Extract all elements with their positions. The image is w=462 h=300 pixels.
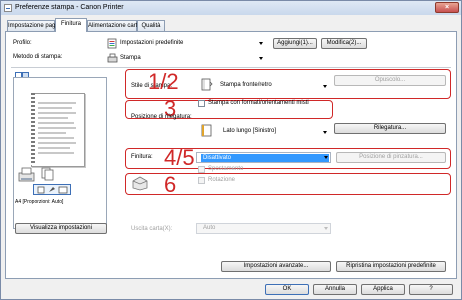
help-button[interactable]: ?: [409, 284, 453, 295]
print-style-select[interactable]: Stampa fronte/retro: [199, 78, 329, 91]
annotation-1-2: 1/2: [148, 69, 179, 94]
tab-impostazione-pagina[interactable]: Impostazione pagina: [7, 20, 63, 31]
tab-finitura[interactable]: Finitura: [55, 18, 87, 32]
finishing-select[interactable]: Disattivato: [196, 152, 331, 163]
tab-alimentazione-carta[interactable]: Alimentazione carta: [87, 20, 141, 31]
close-button[interactable]: ×: [435, 2, 459, 13]
annotation-6: 6: [164, 172, 177, 197]
duplex-icon: [201, 78, 213, 91]
view-switch-button[interactable]: [33, 184, 71, 195]
chevron-down-icon: [324, 156, 328, 159]
preferences-window: Preferenze stampa - Canon Printer × Impo…: [0, 0, 462, 300]
cancel-button[interactable]: Annulla: [313, 284, 357, 295]
booklet-button[interactable]: Opuscolo...: [334, 75, 446, 86]
window-title: Preferenze stampa - Canon Printer: [15, 4, 124, 11]
view-settings-button[interactable]: Visualizza impostazioni: [15, 223, 107, 234]
output-tray-label: Uscita carta(X):: [131, 226, 173, 232]
output-method-select[interactable]: Stampa: [105, 53, 265, 64]
binding-label: Posizione di rilegatura:: [131, 114, 192, 120]
restore-defaults-button[interactable]: Ripristina impostazioni predefinite: [336, 261, 446, 272]
binding-button[interactable]: Rilegatura...: [334, 123, 446, 134]
output-method-label: Metodo di stampa:: [13, 54, 63, 60]
chevron-down-icon: [324, 227, 328, 230]
output-tray-value: Auto: [203, 225, 216, 231]
offset-checkbox[interactable]: [198, 166, 205, 173]
offset-label: Spostamento: [208, 166, 244, 172]
apply-button[interactable]: Applica: [361, 284, 405, 295]
duplex-pages-icon: [41, 167, 54, 181]
chevron-down-icon: [259, 42, 263, 45]
profile-select[interactable]: Impostazioni predefinite: [105, 38, 265, 49]
preview-caption: A4 [Proporzioni: Auto]: [15, 199, 64, 205]
printer-preview-icon: [18, 167, 35, 182]
rotation-label: Rotazione: [208, 177, 236, 183]
chevron-down-icon: [323, 85, 327, 88]
profile-value: Impostazioni predefinite: [120, 40, 184, 46]
mixed-orientation-checkbox[interactable]: [198, 100, 205, 107]
output-tray-select[interactable]: Auto: [196, 223, 331, 234]
title-bar[interactable]: Preferenze stampa - Canon Printer ×: [1, 1, 461, 15]
printer-output-icon: [132, 176, 148, 191]
finishing-value: Disattivato: [201, 154, 329, 162]
staple-position-button[interactable]: Posizione di pinzatura...: [336, 152, 446, 163]
edit-profile-button[interactable]: Modifica(2)...: [321, 38, 367, 49]
printer-app-icon: [4, 4, 12, 12]
print-style-value: Stampa fronte/retro: [220, 82, 272, 88]
page-preview-image: [31, 93, 85, 167]
view-options-icon: [37, 186, 68, 194]
binding-select[interactable]: Lato lungo [Sinistro]: [199, 124, 329, 137]
output-method-value: Stampa: [120, 55, 141, 61]
rotation-checkbox[interactable]: [198, 177, 205, 184]
advanced-settings-button[interactable]: Impostazioni avanzate...: [221, 261, 331, 272]
mixed-orientation-label: Stampa con formati/orientamenti misti: [208, 100, 309, 106]
profile-icon: [107, 38, 117, 49]
finishing-label: Finitura:: [131, 154, 153, 160]
binding-marks: [31, 93, 35, 165]
printer-icon: [107, 53, 118, 63]
binding-long-edge-icon: [201, 124, 212, 137]
binding-value: Lato lungo [Sinistro]: [223, 128, 277, 134]
separator: [11, 67, 451, 68]
ok-button[interactable]: OK: [265, 284, 309, 295]
profile-label: Profilo:: [13, 40, 32, 46]
chevron-down-icon: [259, 57, 263, 60]
annotation-4-5: 4/5: [164, 145, 195, 170]
tab-qualita[interactable]: Qualità: [137, 20, 165, 31]
chevron-down-icon: [323, 131, 327, 134]
add-profile-button[interactable]: Aggiungi(1)...: [273, 38, 317, 49]
